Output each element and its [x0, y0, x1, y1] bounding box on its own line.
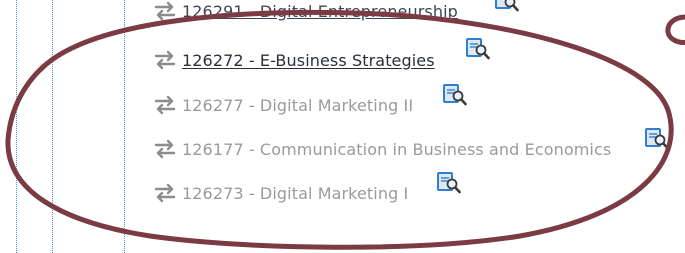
- swap-arrows-icon[interactable]: [152, 50, 178, 70]
- document-magnifier-icon[interactable]: [443, 84, 467, 106]
- annotation-oval: [5, 9, 674, 250]
- course-row[interactable]: 126177 - Communication in Business and E…: [152, 134, 611, 164]
- course-row[interactable]: 126273 - Digital Marketing I: [152, 178, 408, 208]
- tree-guide-line: [124, 0, 125, 253]
- swap-arrows-icon[interactable]: [152, 1, 178, 21]
- tree-guide-line: [52, 0, 53, 253]
- document-magnifier-icon[interactable]: [466, 38, 490, 60]
- course-link[interactable]: 126291 - Digital Entrepreneurship: [182, 2, 458, 21]
- course-tree-panel: 126291 - Digital Entrepreneurship 126272…: [0, 0, 685, 253]
- course-row[interactable]: 126277 - Digital Marketing II: [152, 90, 413, 120]
- course-row[interactable]: 126272 - E-Business Strategies: [152, 45, 435, 75]
- course-title: 126177 - Communication in Business and E…: [182, 139, 612, 159]
- course-row[interactable]: 126291 - Digital Entrepreneurship: [152, 0, 458, 26]
- tree-guide-line: [16, 0, 17, 253]
- course-title: 126277 - Digital Marketing II: [182, 95, 414, 115]
- document-magnifier-icon[interactable]: [645, 128, 669, 150]
- swap-arrows-icon[interactable]: [152, 95, 178, 115]
- course-link[interactable]: 126272 - E-Business Strategies: [182, 51, 435, 70]
- swap-arrows-icon[interactable]: [152, 183, 178, 203]
- document-magnifier-icon[interactable]: [495, 0, 519, 12]
- course-title: 126273 - Digital Marketing I: [182, 183, 409, 203]
- document-magnifier-icon[interactable]: [437, 172, 461, 194]
- annotation-circle-fragment: [665, 14, 685, 45]
- swap-arrows-icon[interactable]: [152, 139, 178, 159]
